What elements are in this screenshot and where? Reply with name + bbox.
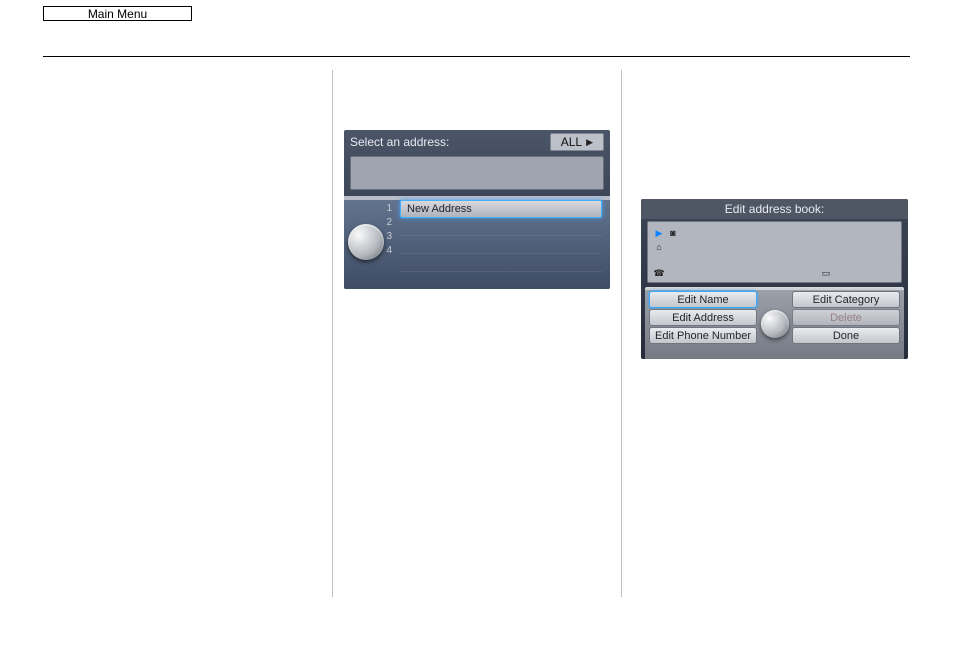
main-menu-button[interactable]: Main Menu [43,6,192,21]
address-list: New Address [398,196,610,289]
address-name-input[interactable] [350,156,604,190]
rotary-knob-icon[interactable] [348,224,384,260]
column-divider-2 [621,70,622,597]
edit-address-book-screen: Edit address book: ▶ ◙ ⌂ ☎ ▭ Edit Name E… [641,199,908,359]
detail-row-address: ⌂ [654,240,895,254]
detail-row-name: ▶ ◙ [654,226,895,240]
detail-row-phone: ☎ ▭ [654,266,895,280]
category-filter-label: ALL [561,135,582,149]
column-divider-1 [332,70,333,597]
address-list-item-new-address[interactable]: New Address [400,200,602,218]
row-numbers: 1 2 3 4 [384,202,392,258]
address-list-item[interactable] [400,254,602,272]
select-address-screen: Select an address: ALL ▶ 1 2 3 4 New Add… [344,130,610,289]
address-list-item[interactable] [400,236,602,254]
address-detail-box: ▶ ◙ ⌂ ☎ ▭ [647,221,902,283]
chevron-right-icon: ▶ [586,137,593,148]
detail-row-spacer [654,254,895,266]
row-number: 2 [384,216,392,230]
horizontal-rule [43,56,910,57]
card-icon: ▭ [821,268,831,278]
edit-address-button[interactable]: Edit Address [649,309,757,326]
select-address-header: Select an address: ALL ▶ [344,130,610,154]
camera-icon: ◙ [668,228,678,238]
edit-phone-number-button[interactable]: Edit Phone Number [649,327,757,344]
done-button[interactable]: Done [792,327,900,344]
edit-buttons-panel: Edit Name Edit Category Edit Address Del… [645,287,904,359]
scroll-dial-area: 1 2 3 4 [344,196,398,289]
edit-category-button[interactable]: Edit Category [792,291,900,308]
row-number: 1 [384,202,392,216]
play-icon: ▶ [654,228,664,238]
rotary-knob-icon[interactable] [761,310,789,338]
address-list-item[interactable] [400,218,602,236]
row-number: 3 [384,230,392,244]
edit-address-book-title: Edit address book: [641,199,908,219]
address-list-panel: 1 2 3 4 New Address [344,196,610,289]
edit-name-button[interactable]: Edit Name [649,291,757,308]
select-address-title: Select an address: [350,135,449,149]
house-icon: ⌂ [654,242,664,252]
category-filter-dropdown[interactable]: ALL ▶ [550,133,604,151]
row-number: 4 [384,244,392,258]
phone-icon: ☎ [654,268,664,278]
delete-button[interactable]: Delete [792,309,900,326]
